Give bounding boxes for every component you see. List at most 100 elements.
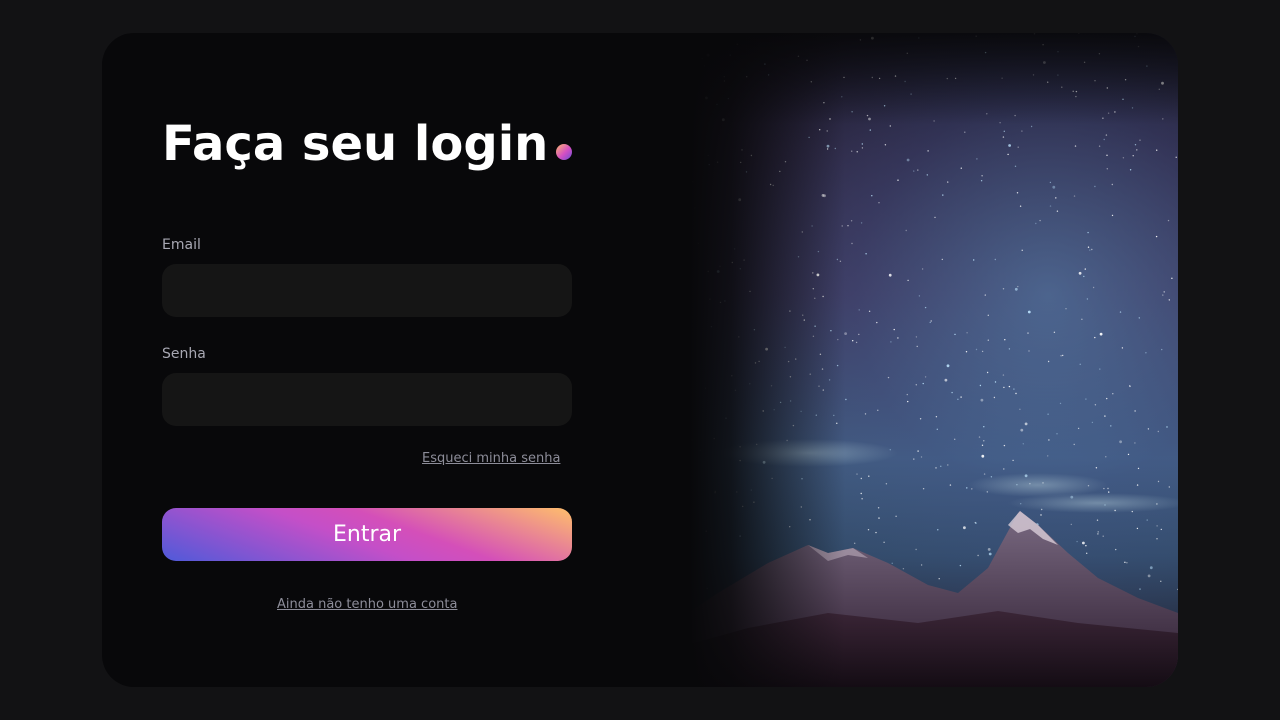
star (789, 376, 792, 378)
star (814, 297, 816, 299)
star (890, 341, 892, 343)
star (703, 65, 706, 67)
star (858, 333, 860, 336)
star (957, 398, 959, 400)
star (924, 376, 927, 378)
star (1107, 112, 1110, 114)
star (949, 484, 952, 486)
star (822, 295, 824, 298)
star (1014, 165, 1017, 167)
star (1008, 348, 1011, 350)
star (1146, 65, 1148, 67)
star (1043, 61, 1046, 64)
star (1087, 246, 1090, 248)
star (1077, 427, 1080, 430)
star (795, 358, 797, 360)
star (978, 436, 981, 438)
star (681, 496, 683, 499)
star (855, 341, 858, 344)
star (860, 477, 862, 480)
star (1156, 538, 1158, 540)
submit-button[interactable]: Entrar (162, 508, 572, 561)
star (1030, 125, 1033, 128)
star (714, 492, 716, 494)
star (753, 501, 755, 503)
star (1119, 311, 1122, 313)
star (701, 58, 703, 60)
star (1008, 385, 1011, 388)
star (856, 473, 858, 475)
star (981, 175, 983, 177)
star (803, 319, 805, 321)
star (904, 80, 906, 83)
star (749, 383, 751, 385)
email-field[interactable] (162, 264, 572, 317)
star (922, 382, 924, 385)
star (986, 371, 989, 374)
star (750, 154, 753, 157)
star (1136, 484, 1139, 486)
star (902, 568, 905, 570)
star (706, 53, 710, 57)
signup-link[interactable]: Ainda não tenho uma conta (277, 597, 457, 612)
star (1024, 422, 1028, 426)
star (1083, 61, 1086, 63)
star (889, 125, 891, 127)
star (937, 529, 939, 531)
star (897, 337, 899, 339)
star (895, 515, 897, 517)
password-field[interactable] (162, 373, 572, 426)
star (674, 129, 676, 131)
star (739, 268, 741, 270)
star (1019, 205, 1022, 207)
star (770, 385, 773, 387)
star (753, 329, 756, 331)
star (1098, 145, 1101, 147)
star (878, 202, 880, 204)
star (674, 374, 677, 376)
star (906, 52, 908, 54)
star (1049, 181, 1052, 184)
star (1047, 360, 1050, 363)
star (772, 184, 774, 187)
star (1003, 130, 1005, 132)
star (947, 181, 949, 183)
star (1112, 393, 1114, 395)
forgot-password-link[interactable]: Esqueci minha senha (422, 451, 560, 466)
star (993, 396, 996, 399)
star (1098, 53, 1101, 55)
star (1014, 287, 1018, 291)
star (830, 330, 832, 332)
star (677, 273, 680, 275)
star (1020, 428, 1024, 432)
star (1099, 332, 1103, 336)
star (1136, 149, 1138, 151)
star (699, 449, 701, 451)
star (868, 475, 870, 477)
star (1089, 249, 1091, 251)
star (810, 81, 812, 83)
star (975, 35, 977, 37)
star (1161, 81, 1164, 85)
star (1003, 444, 1006, 447)
star (1053, 331, 1056, 333)
star (1021, 249, 1023, 251)
star (672, 78, 675, 80)
login-card: Faça seu login Email Senha Esqueci minha… (102, 33, 1178, 687)
star (663, 380, 666, 382)
star (1002, 288, 1005, 290)
star (765, 347, 768, 351)
star (729, 54, 731, 56)
star (709, 298, 711, 300)
star (936, 428, 938, 430)
star (878, 517, 880, 519)
star (954, 438, 956, 440)
star (758, 360, 760, 363)
star (710, 326, 713, 328)
star (887, 376, 890, 379)
star (946, 364, 950, 368)
star (725, 417, 727, 419)
star (877, 507, 880, 509)
star (860, 492, 862, 495)
star (724, 300, 726, 302)
